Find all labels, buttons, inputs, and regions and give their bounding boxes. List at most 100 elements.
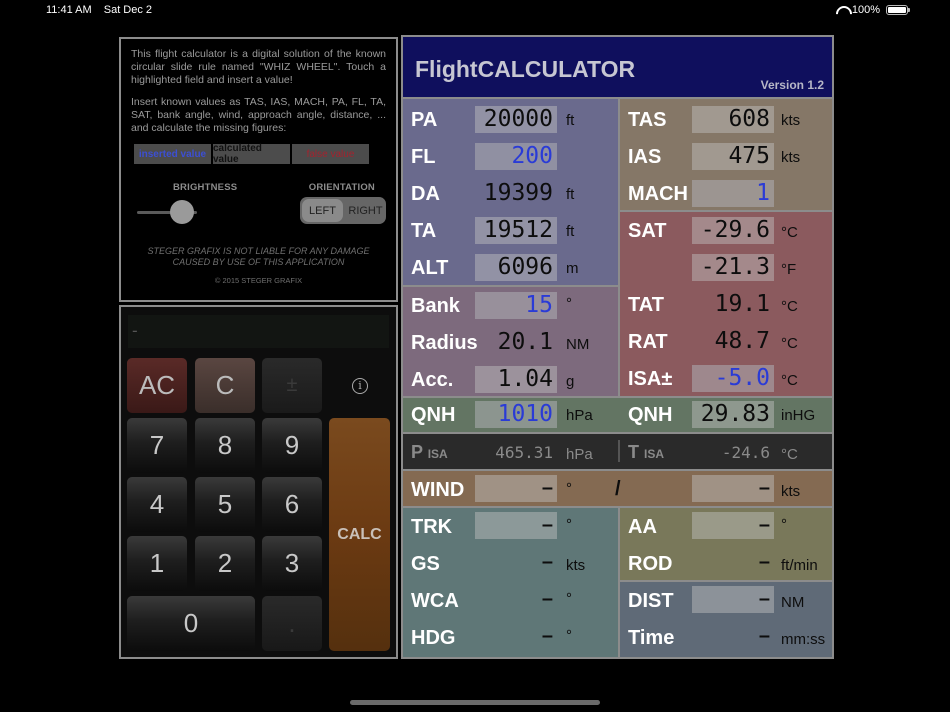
brightness-slider-knob[interactable] [170,200,194,224]
key-3[interactable]: 3 [262,536,322,591]
sat-f-field[interactable]: -21.3 [692,254,774,281]
isa-deviation-field[interactable]: -5.0 [692,365,774,392]
wind-speed-field[interactable]: – [692,475,774,502]
info-button[interactable]: i [330,358,390,413]
gs-label: GS [411,553,440,575]
isa-section: P ISA 465.31 hPa T ISA -24.6 °C [403,434,832,469]
key-7[interactable]: 7 [127,418,187,473]
alt-unit: m [566,260,579,277]
info-instructions-text: Insert known values as TAS, IAS, MACH, P… [131,96,386,134]
tat-value: 19.1 [714,291,770,317]
radius-label: Radius [411,332,478,354]
key-9[interactable]: 9 [262,418,322,473]
da-unit: ft [566,186,575,203]
isa-deviation-label: ISA± [628,368,673,390]
keypad-panel: - AC C ± i 7 8 9 4 5 6 1 2 3 0 . CALC [119,305,398,659]
acc-unit: g [566,373,575,390]
all-clear-button[interactable]: AC [127,358,187,413]
tat-unit: °C [781,298,798,315]
key-0[interactable]: 0 [127,596,255,651]
qnh-hpa-field[interactable]: 1010 [475,401,557,428]
qnh-inhg-field[interactable]: 29.83 [692,401,774,428]
tas-field[interactable]: 608 [692,106,774,133]
legend-inserted: inserted value [134,144,211,164]
qnh-section: QNH 1010 hPa QNH 29.83 inHG [403,398,832,432]
value-legend: inserted value calculated value false va… [134,143,386,165]
ias-field[interactable]: 475 [692,143,774,170]
pa-unit: ft [566,112,575,129]
fl-field[interactable]: 200 [475,143,557,170]
trk-unit: ° [566,516,572,533]
orientation-right-button[interactable]: RIGHT [345,197,386,224]
wind-direction-unit: ° [566,480,572,497]
rat-unit: °C [781,335,798,352]
sat-field[interactable]: -29.6 [692,217,774,244]
orientation-toggle[interactable]: LEFT RIGHT [300,197,386,224]
da-label: DA [411,183,440,205]
app-title: FlightCALCULATOR [415,56,636,82]
wifi-icon [836,6,848,15]
turn-section: Bank 15 ° Radius 20.1 NM Acc. 1.04 g [403,287,618,396]
alt-field[interactable]: 6096 [475,254,557,281]
status-date: Sat Dec 2 [103,4,153,16]
p-isa-label: P ISA [411,442,448,462]
mach-field[interactable]: 1 [692,180,774,207]
hdg-value: – [541,625,553,647]
key-8[interactable]: 8 [195,418,255,473]
time-unit: mm:ss [781,631,826,648]
trk-field[interactable]: – [475,512,557,539]
decimal-point-button[interactable]: . [262,596,322,651]
key-6[interactable]: 6 [262,477,322,532]
p-isa-unit: hPa [566,446,593,463]
pa-label: PA [411,109,438,131]
sat-unit: °C [781,224,798,241]
trk-label: TRK [411,516,453,538]
qnh-inhg-label: QNH [628,404,673,426]
info-panel: This flight calculator is a digital solu… [119,37,398,302]
navigation-section: TRK – ° GS – kts WCA – ° HDG – ° [403,508,618,657]
radius-unit: NM [566,336,590,353]
dist-field[interactable]: – [692,586,774,613]
rod-value: – [758,551,770,573]
t-isa-label: T ISA [628,442,665,462]
wca-value: – [541,588,553,610]
calculate-button[interactable]: CALC [329,418,390,651]
t-isa-value: -24.6 [721,443,770,462]
wind-section: WIND – ° / – kts [403,471,832,506]
qnh-hpa-unit: hPa [566,407,593,424]
bank-label: Bank [411,295,460,317]
pa-field[interactable]: 20000 [475,106,557,133]
acc-field[interactable]: 1.04 [475,366,557,393]
key-2[interactable]: 2 [195,536,255,591]
time-label: Time [628,627,675,649]
bank-unit: ° [566,295,572,312]
wind-direction-field[interactable]: – [475,475,557,502]
rod-unit: ft/min [781,557,818,574]
time-value: – [758,625,770,647]
wind-label: WIND [411,479,465,501]
bank-field[interactable]: 15 [475,292,557,319]
t-isa-unit: °C [781,446,798,463]
key-4[interactable]: 4 [127,477,187,532]
hdg-label: HDG [411,627,456,649]
key-5[interactable]: 5 [195,477,255,532]
aa-label: AA [628,516,657,538]
ta-field[interactable]: 19512 [475,217,557,244]
key-1[interactable]: 1 [127,536,187,591]
aa-field[interactable]: – [692,512,774,539]
rat-label: RAT [628,331,668,353]
orientation-left-button[interactable]: LEFT [302,199,343,222]
approach-section: AA – ° ROD – ft/min [620,508,832,580]
copyright-text: © 2015 STEGER GRAFIX [214,276,303,285]
clear-button[interactable]: C [195,358,255,413]
radius-value: 20.1 [497,329,553,355]
info-intro-text: This flight calculator is a digital solu… [131,48,386,86]
tas-label: TAS [628,109,667,131]
legend-false: false value [292,144,369,164]
plus-minus-button[interactable]: ± [262,358,322,413]
home-indicator[interactable] [350,700,600,705]
da-value: 19399 [483,180,553,206]
brightness-label: BRIGHTNESS [173,182,238,193]
ta-unit: ft [566,223,575,240]
tas-unit: kts [781,112,801,129]
